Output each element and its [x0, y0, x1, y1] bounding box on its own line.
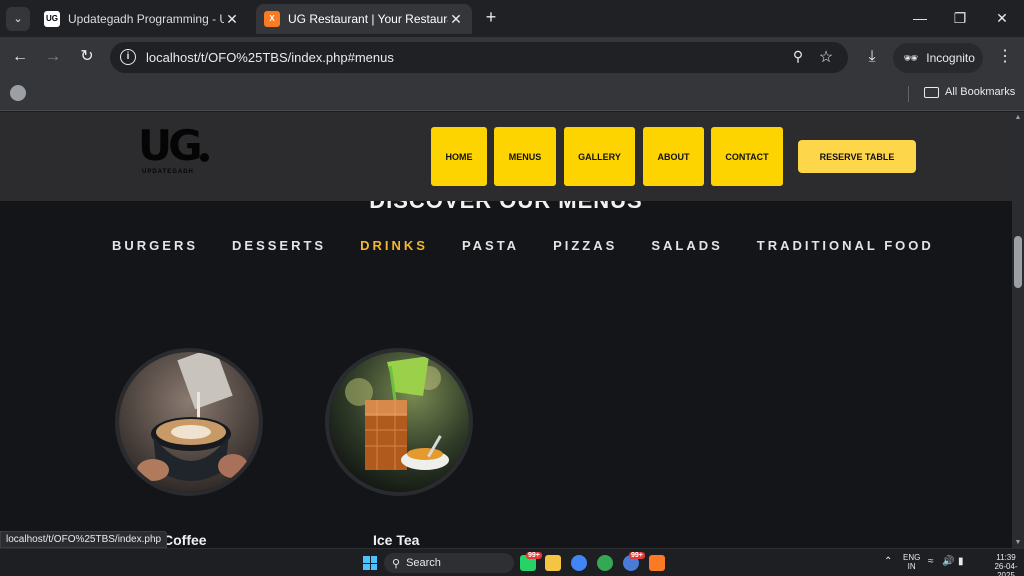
menu-filter-list: BURGERS DESSERTS DRINKS PASTA PIZZAS SAL… — [112, 238, 934, 253]
tab-ug-restaurant[interactable]: X UG Restaurant | Your Restaurant ✕ — [256, 4, 472, 34]
tray-chevron-icon[interactable]: ⌃ — [884, 557, 892, 567]
chrome-profile-icon[interactable] — [597, 555, 613, 571]
scroll-down-arrow-icon[interactable]: ▼ — [1012, 539, 1024, 546]
reload-icon[interactable]: ↻ — [76, 46, 98, 68]
volume-icon[interactable]: 🔊 — [942, 557, 954, 567]
site-header: UG UPDATEGADH HOME MENUS GALLERY ABOUT C… — [0, 112, 1012, 201]
nav-menus[interactable]: MENUS — [494, 127, 556, 186]
tab-strip: ⌄ UG Updategadh Programming - Upda ✕ X U… — [0, 0, 1024, 37]
link-status-bubble: localhost/t/OFO%25TBS/index.php — [0, 531, 168, 548]
globe-icon[interactable] — [10, 85, 26, 101]
page-scrollbar[interactable]: ▲ ▼ — [1012, 112, 1024, 548]
language-label: ENG — [903, 553, 921, 562]
clock[interactable]: 11:39 26-04-2025 — [988, 553, 1024, 576]
tab-title: UG Restaurant | Your Restaurant — [288, 12, 448, 26]
search-icon: ⚲ — [392, 557, 401, 570]
menu-item-coffee[interactable]: Coffee — [115, 348, 263, 548]
region-label: IN — [907, 562, 916, 571]
back-arrow-icon[interactable]: ← — [9, 46, 31, 68]
nav-about[interactable]: ABOUT — [643, 127, 704, 186]
all-bookmarks-label: All Bookmarks — [945, 86, 1016, 98]
chrome-incognito-icon[interactable]: 99+ — [623, 552, 645, 571]
address-bar[interactable]: i localhost/t/OFO%25TBS/index.php#menus … — [110, 42, 848, 73]
battery-icon[interactable]: ▮ — [958, 557, 964, 567]
filter-desserts[interactable]: DESSERTS — [232, 238, 326, 253]
nav-gallery[interactable]: GALLERY — [564, 127, 635, 186]
reserve-table-button[interactable]: RESERVE TABLE — [798, 140, 916, 173]
minimize-button[interactable]: — — [906, 6, 934, 30]
bookmark-star-icon[interactable]: ☆ — [816, 47, 836, 67]
xampp-icon[interactable] — [649, 555, 665, 571]
clock-date: 26-04-2025 — [994, 562, 1018, 576]
page-content: UG UPDATEGADH HOME MENUS GALLERY ABOUT C… — [0, 112, 1012, 548]
ug-favicon-icon: UG — [44, 11, 60, 27]
notification-badge: 99+ — [629, 552, 645, 559]
close-tab-icon[interactable]: ✕ — [224, 11, 240, 28]
windows-start-icon[interactable] — [363, 556, 377, 570]
notification-badge: 99+ — [526, 552, 542, 559]
forward-arrow-icon[interactable]: → — [42, 46, 64, 68]
taskbar-search[interactable]: ⚲ Search — [384, 553, 514, 573]
logo-subtitle: UPDATEGADH — [142, 169, 194, 175]
ug-logo[interactable]: UG UPDATEGADH — [138, 123, 212, 181]
filter-pasta[interactable]: PASTA — [462, 238, 519, 253]
filter-salads[interactable]: SALADS — [651, 238, 722, 253]
coffee-image[interactable] — [115, 348, 263, 496]
bookmarks-bar: All Bookmarks — [0, 78, 1024, 111]
site-info-icon[interactable]: i — [120, 49, 136, 65]
wifi-icon[interactable]: ≈ — [928, 557, 934, 567]
ice-tea-image[interactable] — [325, 348, 473, 496]
filter-traditional-food[interactable]: TRADITIONAL FOOD — [757, 238, 934, 253]
taskbar-search-label: Search — [406, 557, 441, 569]
language-indicator[interactable]: ENG IN — [903, 553, 920, 571]
filter-drinks[interactable]: DRINKS — [360, 238, 428, 253]
close-window-button[interactable]: ✕ — [988, 6, 1016, 30]
chrome-icon[interactable] — [571, 555, 587, 571]
url-text[interactable]: localhost/t/OFO%25TBS/index.php#menus — [146, 50, 394, 65]
bookmarks-divider — [908, 86, 909, 102]
restore-button[interactable]: ❐ — [946, 6, 974, 30]
tab-search-button[interactable]: ⌄ — [6, 7, 30, 31]
xampp-favicon-icon: X — [264, 11, 280, 27]
file-explorer-icon[interactable] — [545, 555, 561, 571]
taskbar: ⚲ Search 99+ 99+ ⌃ ENG IN ≈ 🔊 ▮ 11:39 26… — [0, 548, 1024, 576]
logo-mark: UG — [138, 121, 203, 170]
incognito-indicator[interactable]: 🕶 Incognito — [893, 43, 983, 73]
clock-time: 11:39 — [996, 553, 1016, 562]
logo-dot — [200, 153, 209, 162]
zoom-icon[interactable]: ⚲ — [788, 48, 808, 68]
folder-icon — [924, 86, 939, 98]
close-tab-icon[interactable]: ✕ — [448, 11, 464, 28]
filter-pizzas[interactable]: PIZZAS — [553, 238, 617, 253]
nav-home[interactable]: HOME — [431, 127, 487, 186]
browser-toolbar: ← → ↻ i localhost/t/OFO%25TBS/index.php#… — [0, 37, 1024, 78]
scroll-up-arrow-icon[interactable]: ▲ — [1012, 114, 1024, 121]
filter-burgers[interactable]: BURGERS — [112, 238, 198, 253]
incognito-label: Incognito — [926, 51, 975, 65]
incognito-icon: 🕶 — [903, 51, 919, 65]
menu-item-ice-tea[interactable]: Ice Tea — [325, 348, 473, 548]
menu-item-name: Coffee — [163, 532, 207, 548]
download-icon[interactable]: ⤓ — [861, 46, 883, 68]
whatsapp-icon[interactable]: 99+ — [520, 552, 542, 571]
menu-dots-icon[interactable]: ⋮ — [994, 46, 1016, 68]
tab-title: Updategadh Programming - Upda — [68, 12, 224, 26]
tab-updategadh[interactable]: UG Updategadh Programming - Upda ✕ — [36, 4, 248, 34]
menu-item-name: Ice Tea — [373, 532, 420, 548]
all-bookmarks-button[interactable]: All Bookmarks — [924, 86, 1015, 98]
new-tab-button[interactable]: + — [480, 6, 502, 28]
scrollbar-thumb[interactable] — [1014, 236, 1022, 288]
nav-contact[interactable]: CONTACT — [711, 127, 783, 186]
